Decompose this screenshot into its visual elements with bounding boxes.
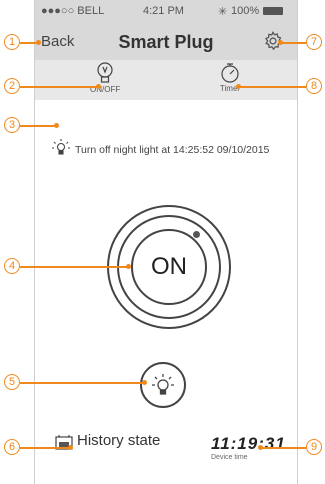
callout-5: 5 bbox=[4, 374, 20, 390]
carrier-label: ●●●○○ BELL bbox=[41, 5, 105, 17]
callout-9: 9 bbox=[306, 439, 322, 455]
callout-leader bbox=[280, 42, 306, 44]
lightbulb-icon bbox=[152, 374, 174, 395]
callout-dot bbox=[278, 39, 283, 45]
power-label: ON bbox=[131, 229, 207, 305]
callout-7: 7 bbox=[306, 34, 322, 50]
night-light-icon bbox=[52, 139, 70, 155]
lightbulb-icon bbox=[97, 62, 113, 83]
callout-2: 2 bbox=[4, 78, 20, 94]
callout-6: 6 bbox=[4, 439, 20, 455]
status-dot bbox=[193, 231, 200, 238]
callout-dot bbox=[36, 39, 41, 45]
callout-3: 3 bbox=[4, 117, 20, 133]
callout-dot bbox=[54, 122, 59, 128]
clock-label: 4:21 PM bbox=[143, 5, 184, 17]
bluetooth-icon: ✳ bbox=[218, 6, 228, 18]
nav-bar: Back Smart Plug bbox=[35, 22, 297, 60]
callout-dot bbox=[68, 444, 73, 450]
callout-dot bbox=[258, 444, 263, 450]
callout-leader bbox=[20, 447, 70, 449]
callout-dot bbox=[142, 379, 147, 385]
stopwatch-icon bbox=[221, 63, 239, 83]
power-ring: ON bbox=[117, 215, 221, 319]
callout-dot bbox=[236, 83, 241, 89]
callout-1: 1 bbox=[4, 34, 20, 50]
device-time-value: 11:19:31 bbox=[211, 434, 286, 453]
device-time-label: Device time bbox=[211, 454, 248, 461]
callout-leader bbox=[20, 86, 98, 88]
callout-leader bbox=[20, 125, 56, 127]
callout-leader bbox=[238, 86, 306, 88]
status-bar: ●●●○○ BELL 4:21 PM ✳ 100% bbox=[35, 0, 297, 22]
night-light-button[interactable] bbox=[140, 362, 186, 408]
callout-dot bbox=[126, 263, 131, 269]
callout-leader bbox=[20, 266, 128, 268]
toolbar: ON/OFF Timer bbox=[35, 60, 297, 100]
callout-4: 4 bbox=[4, 258, 20, 274]
history-label: History state bbox=[77, 432, 161, 449]
callout-leader bbox=[260, 447, 306, 449]
phone-screen: ●●●○○ BELL 4:21 PM ✳ 100% Back Smart Plu… bbox=[34, 0, 298, 484]
night-light-text: Turn off night light at 14:25:52 09/10/2… bbox=[75, 144, 270, 156]
battery-label: 100% bbox=[231, 5, 260, 17]
page-title: Smart Plug bbox=[118, 32, 214, 52]
callout-leader bbox=[20, 382, 144, 384]
callout-dot bbox=[96, 83, 101, 89]
callout-8: 8 bbox=[306, 78, 322, 94]
battery-icon bbox=[263, 7, 283, 15]
onoff-toggle[interactable]: ON/OFF bbox=[90, 61, 120, 94]
